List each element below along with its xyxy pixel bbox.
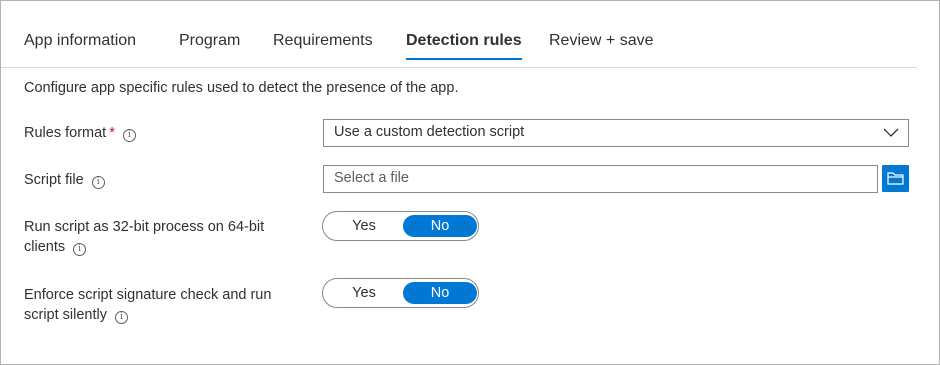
run-32bit-label: Run script as 32-bit process on 64-bit c… (24, 217, 294, 257)
tab-review-save[interactable]: Review + save (549, 29, 654, 61)
run-32bit-toggle[interactable]: Yes No (322, 211, 479, 241)
script-file-placeholder: Select a file (334, 170, 409, 186)
intro-text: Configure app specific rules used to det… (24, 80, 459, 96)
rules-format-dropdown[interactable]: Use a custom detection script (323, 119, 909, 147)
script-file-input[interactable]: Select a file (323, 165, 878, 193)
tab-requirements[interactable]: Requirements (273, 29, 373, 61)
info-icon[interactable]: i (115, 311, 128, 324)
tab-detection-rules[interactable]: Detection rules (406, 29, 522, 61)
tab-app-information[interactable]: App information (24, 29, 136, 61)
enforce-signature-label-text: Enforce script signature check and run s… (24, 287, 272, 323)
tab-bar: App information Program Requirements Det… (24, 29, 924, 65)
rules-format-label-text: Rules format (24, 125, 107, 141)
run-32bit-label-text: Run script as 32-bit process on 64-bit c… (24, 219, 265, 255)
enforce-signature-no-option[interactable]: No (403, 282, 477, 304)
required-mark: * (109, 125, 115, 141)
browse-file-button[interactable] (882, 165, 909, 192)
script-file-label: Script file i (24, 170, 294, 190)
rules-format-value: Use a custom detection script (334, 124, 525, 140)
script-file-label-text: Script file (24, 172, 84, 188)
info-icon[interactable]: i (73, 243, 87, 256)
enforce-signature-toggle[interactable]: Yes No (322, 278, 479, 308)
folder-icon (887, 172, 904, 185)
tab-program[interactable]: Program (179, 29, 240, 61)
run-32bit-yes-option[interactable]: Yes (327, 215, 401, 237)
rules-format-label: Rules format * i (24, 123, 294, 143)
chevron-down-icon (883, 128, 899, 137)
tab-divider (1, 67, 917, 68)
info-icon[interactable]: i (122, 129, 136, 142)
enforce-signature-yes-option[interactable]: Yes (327, 282, 401, 304)
enforce-signature-label: Enforce script signature check and run s… (24, 285, 294, 325)
info-icon[interactable]: i (91, 176, 105, 189)
run-32bit-no-option[interactable]: No (403, 215, 477, 237)
detection-rules-panel: App information Program Requirements Det… (0, 0, 940, 365)
